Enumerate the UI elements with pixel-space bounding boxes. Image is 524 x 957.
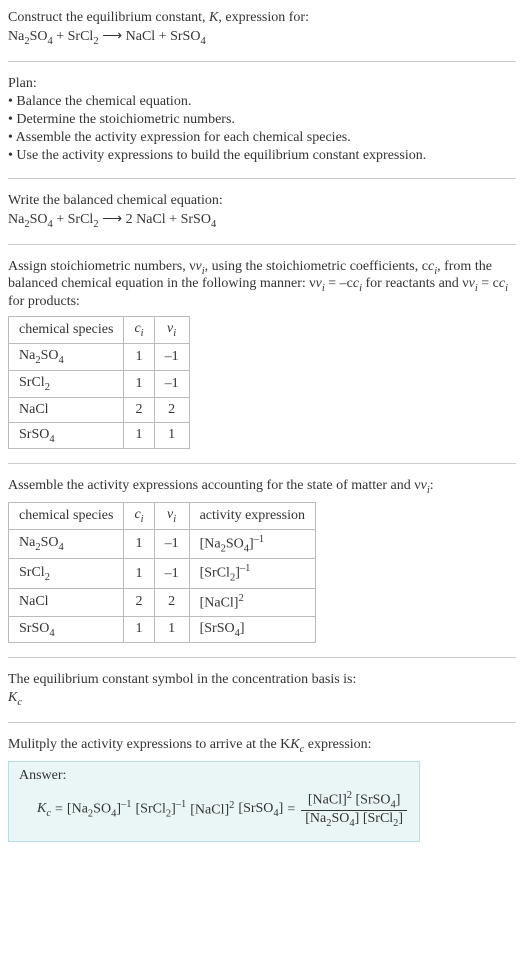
answer-fraction: [NaCl]2 [SrSO4] [Na2SO4] [SrCl2] bbox=[301, 790, 407, 829]
fraction-denominator: [Na2SO4] [SrCl2] bbox=[301, 811, 407, 829]
t1-h-ci: ci bbox=[124, 317, 154, 344]
t2-r4-act: [SrSO4] bbox=[189, 616, 315, 643]
table-row: SrCl2 1 –1 [SrCl2]–1 bbox=[9, 559, 316, 588]
prompt-equation: Na2SO4 + SrCl2 ⟶ NaCl + SrSO4 bbox=[8, 28, 516, 47]
plan-bullet-1: • Balance the chemical equation. bbox=[8, 94, 516, 110]
t1-r3-sp: NaCl bbox=[9, 397, 124, 422]
table-row: NaCl 2 2 bbox=[9, 397, 190, 422]
table-row: SrCl2 1 –1 bbox=[9, 370, 190, 397]
activity-table: chemical species ci νi activity expressi… bbox=[8, 502, 316, 643]
t2-r4-c: 1 bbox=[124, 616, 154, 643]
table-row: SrSO4 1 1 [SrSO4] bbox=[9, 616, 316, 643]
table-row: Na2SO4 1 –1 bbox=[9, 343, 190, 370]
answer-label: Answer: bbox=[19, 768, 409, 784]
eq-symbol: Kc bbox=[8, 690, 516, 708]
t2-r2-sp: SrCl2 bbox=[9, 559, 124, 588]
t2-r1-c: 1 bbox=[124, 529, 154, 558]
plan-title: Plan: bbox=[8, 76, 516, 92]
t2-r2-c: 1 bbox=[124, 559, 154, 588]
t1-r1-v: –1 bbox=[154, 343, 189, 370]
balanced-label: Write the balanced chemical equation: bbox=[8, 193, 516, 209]
term-na2so4: [Na2SO4]–1 bbox=[67, 799, 132, 819]
t1-r1-sp: Na2SO4 bbox=[9, 343, 124, 370]
balanced-equation: Na2SO4 + SrCl2 ⟶ 2 NaCl + SrSO4 bbox=[8, 211, 516, 230]
t1-r4-sp: SrSO4 bbox=[9, 422, 124, 449]
plan-bullet-4: • Use the activity expressions to build … bbox=[8, 148, 516, 164]
t2-r2-v: –1 bbox=[154, 559, 189, 588]
term-srcl2: [SrCl2]–1 bbox=[136, 799, 187, 819]
t1-r3-c: 2 bbox=[124, 397, 154, 422]
activity-description: Assemble the activity expressions accoun… bbox=[8, 478, 516, 496]
t2-r3-act: [NaCl]2 bbox=[189, 588, 315, 616]
t1-r2-c: 1 bbox=[124, 370, 154, 397]
table-row: NaCl 2 2 [NaCl]2 bbox=[9, 588, 316, 616]
t2-h-vi: νi bbox=[154, 503, 189, 530]
t2-h-act: activity expression bbox=[189, 503, 315, 530]
table-row: SrSO4 1 1 bbox=[9, 422, 190, 449]
multiply-label: Mulitply the activity expressions to arr… bbox=[8, 737, 516, 755]
eq-symbol-label: The equilibrium constant symbol in the c… bbox=[8, 672, 516, 688]
stoich-description: Assign stoichiometric numbers, ννi, usin… bbox=[8, 259, 516, 311]
t2-r3-sp: NaCl bbox=[9, 588, 124, 616]
stoich-table: chemical species ci νi Na2SO4 1 –1 SrCl2… bbox=[8, 316, 190, 449]
t1-r2-v: –1 bbox=[154, 370, 189, 397]
t1-r1-c: 1 bbox=[124, 343, 154, 370]
fraction-numerator: [NaCl]2 [SrSO4] bbox=[301, 790, 407, 811]
t1-r2-sp: SrCl2 bbox=[9, 370, 124, 397]
table-row: Na2SO4 1 –1 [Na2SO4]–1 bbox=[9, 529, 316, 558]
prompt-line1: Construct the equilibrium constant, K, e… bbox=[8, 10, 516, 26]
t2-r3-c: 2 bbox=[124, 588, 154, 616]
t1-r4-c: 1 bbox=[124, 422, 154, 449]
answer-box: Answer: Kc = [Na2SO4]–1 [SrCl2]–1 [NaCl]… bbox=[8, 761, 420, 842]
term-srso4: [SrSO4] bbox=[238, 801, 283, 819]
plan-bullet-2: • Determine the stoichiometric numbers. bbox=[8, 112, 516, 128]
t2-r1-act: [Na2SO4]–1 bbox=[189, 529, 315, 558]
t2-r1-sp: Na2SO4 bbox=[9, 529, 124, 558]
t2-r3-v: 2 bbox=[154, 588, 189, 616]
t2-h-ci: ci bbox=[124, 503, 154, 530]
answer-expression: Kc = [Na2SO4]–1 [SrCl2]–1 [NaCl]2 [SrSO4… bbox=[19, 790, 409, 829]
plan-bullet-3: • Assemble the activity expression for e… bbox=[8, 130, 516, 146]
t2-r4-v: 1 bbox=[154, 616, 189, 643]
t2-r2-act: [SrCl2]–1 bbox=[189, 559, 315, 588]
t2-r4-sp: SrSO4 bbox=[9, 616, 124, 643]
kc-symbol: Kc bbox=[37, 801, 51, 819]
t1-h-species: chemical species bbox=[9, 317, 124, 344]
t1-h-vi: νi bbox=[154, 317, 189, 344]
term-nacl: [NaCl]2 bbox=[190, 800, 234, 819]
t2-r1-v: –1 bbox=[154, 529, 189, 558]
t2-h-species: chemical species bbox=[9, 503, 124, 530]
t1-r4-v: 1 bbox=[154, 422, 189, 449]
t1-r3-v: 2 bbox=[154, 397, 189, 422]
